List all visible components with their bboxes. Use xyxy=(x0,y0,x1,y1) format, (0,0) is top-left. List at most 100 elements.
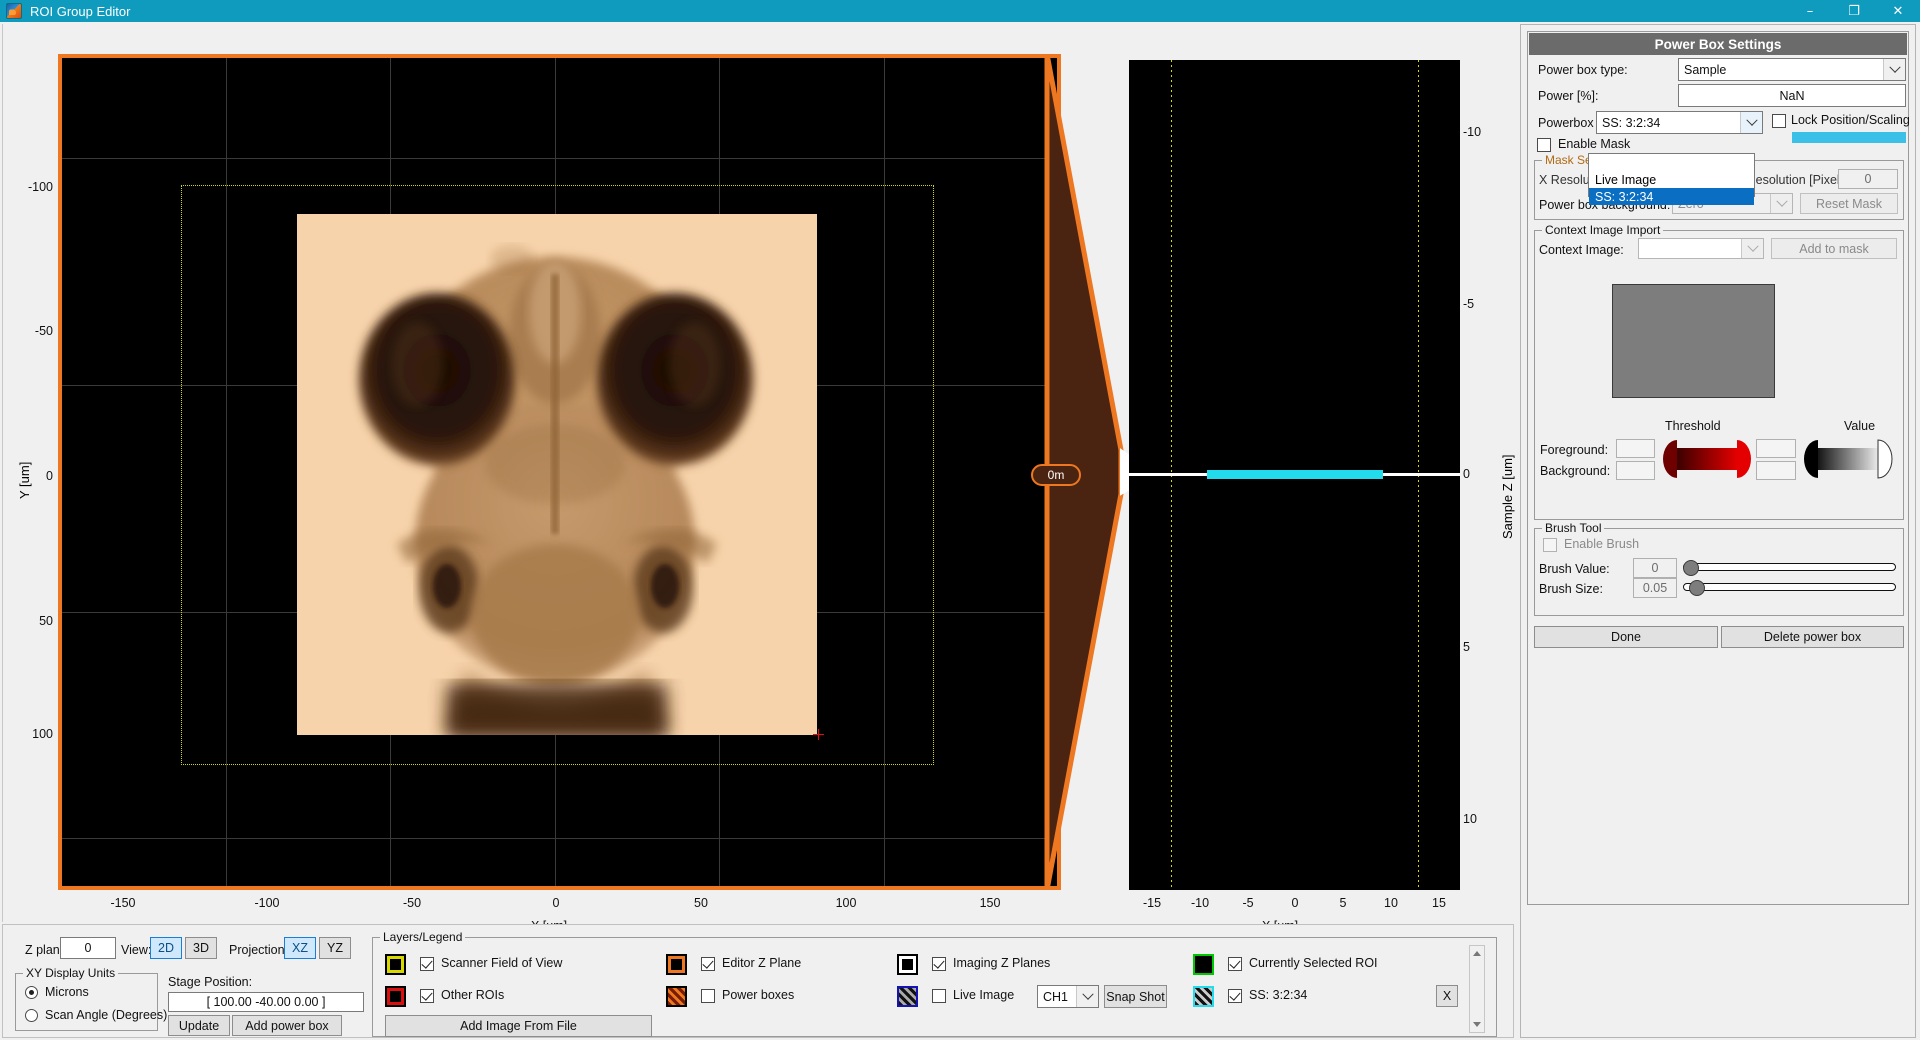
xy-xtick-0: -150 xyxy=(110,896,135,910)
delete-power-box-button[interactable]: Delete power box xyxy=(1721,626,1904,648)
snap-shot-button[interactable]: Snap Shot xyxy=(1104,985,1167,1008)
threshold-high-input[interactable] xyxy=(1756,439,1796,458)
checkbox-lock-position-scaling[interactable] xyxy=(1772,114,1786,128)
checkbox-imaging-z-planes[interactable] xyxy=(932,957,946,971)
power-box-selection[interactable] xyxy=(1207,470,1383,479)
label-lock-position-scaling: Lock Position/Scaling xyxy=(1791,113,1910,127)
xz-ytick-3: 5 xyxy=(1463,640,1493,654)
minimize-button[interactable]: – xyxy=(1788,0,1832,22)
xy-xtick-3: 0 xyxy=(553,896,560,910)
sample-image[interactable] xyxy=(297,214,817,735)
power-box-type-select[interactable]: Sample xyxy=(1678,58,1906,81)
projection-xz-button[interactable]: XZ xyxy=(284,937,316,959)
checkbox-ss-layer[interactable] xyxy=(1228,989,1242,1003)
xz-xtick-1: -10 xyxy=(1191,896,1209,910)
done-button[interactable]: Done xyxy=(1534,626,1718,648)
xz-ytick-1: -5 xyxy=(1463,297,1493,311)
radio-microns-label: Microns xyxy=(45,985,89,999)
value-title: Value xyxy=(1844,419,1875,433)
brush-value-slider[interactable] xyxy=(1683,560,1896,574)
xz-ytick-2: 0 xyxy=(1463,467,1493,481)
label-editor-z-plane: Editor Z Plane xyxy=(722,956,801,970)
title-bar: ROI Group Editor – ❐ ✕ xyxy=(0,0,1920,22)
window-title: ROI Group Editor xyxy=(30,4,1788,19)
add-to-mask-button[interactable]: Add to mask xyxy=(1771,238,1897,259)
xy-display-units-group: XY Display Units Microns Scan Angle (Deg… xyxy=(15,973,158,1031)
add-image-from-file-button[interactable]: Add Image From File xyxy=(385,1015,652,1037)
radio-microns[interactable] xyxy=(25,986,38,999)
z-plane-input[interactable]: 0 xyxy=(60,937,116,959)
brush-size-input[interactable]: 0.05 xyxy=(1633,578,1677,598)
xz-xtick-3: 0 xyxy=(1292,896,1299,910)
xy-xtick-4: 50 xyxy=(694,896,708,910)
xy-xtick-2: -50 xyxy=(403,896,421,910)
swatch-currently-selected-roi xyxy=(1193,954,1214,975)
legend-scrollbar[interactable] xyxy=(1469,945,1485,1033)
xy-ytick-4: 100 xyxy=(13,727,53,741)
y-resolution-input[interactable]: 0 xyxy=(1838,169,1898,189)
stage-position-value: [ 100.00 -40.00 0.00 ] xyxy=(168,992,364,1012)
threshold-range-slider[interactable] xyxy=(1659,436,1754,482)
xy-xtick-6: 150 xyxy=(980,896,1001,910)
mask-preview-image[interactable] xyxy=(1612,284,1775,398)
powerbox-location-option-1[interactable]: Live Image xyxy=(1589,171,1754,188)
checkbox-scanner-fov[interactable] xyxy=(420,957,434,971)
foreground-input[interactable] xyxy=(1616,439,1655,458)
scroll-down-icon[interactable] xyxy=(1470,1017,1484,1032)
xz-ytick-0: -10 xyxy=(1463,125,1493,139)
powerbox-location-option-0[interactable] xyxy=(1589,154,1754,171)
close-button[interactable]: ✕ xyxy=(1876,0,1920,22)
remove-layer-button[interactable]: X xyxy=(1436,985,1458,1007)
brush-value-input[interactable]: 0 xyxy=(1633,558,1677,578)
radio-scan-angle[interactable] xyxy=(25,1009,38,1022)
update-button[interactable]: Update xyxy=(168,1015,230,1036)
window-controls: – ❐ ✕ xyxy=(1788,0,1920,22)
power-box-type-value: Sample xyxy=(1684,63,1726,77)
context-image-import-title: Context Image Import xyxy=(1542,223,1663,237)
checkbox-other-rois[interactable] xyxy=(420,989,434,1003)
background-threshold-label: Background: xyxy=(1540,464,1610,478)
view-3d-button[interactable]: 3D xyxy=(185,937,217,959)
swatch-ss-layer xyxy=(1193,986,1214,1007)
checkbox-currently-selected-roi[interactable] xyxy=(1228,957,1242,971)
brush-tool-group: Brush Tool Enable Brush Brush Value: 0 B… xyxy=(1534,528,1904,616)
powerbox-location-select[interactable]: SS: 3:2:34 xyxy=(1596,111,1763,134)
swatch-editor-z-plane xyxy=(666,954,687,975)
power-percent-input[interactable]: NaN xyxy=(1678,84,1906,107)
projection-yz-button[interactable]: YZ xyxy=(319,937,351,959)
chevron-down-icon xyxy=(1770,194,1792,213)
xy-display-units-title: XY Display Units xyxy=(23,966,118,980)
powerbox-location-dropdown-list[interactable]: Live Image SS: 3:2:34 xyxy=(1588,153,1755,197)
power-percent-label: Power [%]: xyxy=(1538,89,1598,103)
swatch-imaging-z-planes xyxy=(897,954,918,975)
channel-select[interactable]: CH1 xyxy=(1037,985,1099,1008)
zero-depth-tag: 0m xyxy=(1031,464,1081,486)
brush-size-slider[interactable] xyxy=(1683,580,1896,594)
label-scanner-fov: Scanner Field of View xyxy=(441,956,562,970)
maximize-button[interactable]: ❐ xyxy=(1832,0,1876,22)
add-power-box-button[interactable]: Add power box xyxy=(232,1015,342,1036)
powerbox-location-option-2[interactable]: SS: 3:2:34 xyxy=(1589,188,1754,205)
checkbox-editor-z-plane[interactable] xyxy=(701,957,715,971)
checkbox-live-image[interactable] xyxy=(932,989,946,1003)
view-2d-button[interactable]: 2D xyxy=(150,937,182,959)
layers-legend-group: Layers/Legend Scanner Field of View Othe… xyxy=(372,937,1497,1037)
chevron-down-icon xyxy=(1076,986,1098,1007)
background-threshold-input[interactable] xyxy=(1616,461,1655,480)
stage-position-label: Stage Position: xyxy=(168,975,252,989)
main-window-body: 0m -150 -100 -50 0 50 100 150 X [um] -10… xyxy=(0,22,1920,1040)
threshold-low-input[interactable] xyxy=(1756,461,1796,480)
checkbox-enable-mask[interactable] xyxy=(1537,138,1551,152)
chevron-down-icon xyxy=(1883,59,1905,80)
swatch-scanner-fov xyxy=(385,954,406,975)
value-range-slider[interactable] xyxy=(1800,436,1895,482)
context-image-select[interactable] xyxy=(1638,238,1764,259)
label-enable-mask: Enable Mask xyxy=(1558,137,1630,151)
scroll-up-icon[interactable] xyxy=(1470,946,1484,961)
threshold-title: Threshold xyxy=(1665,419,1721,433)
reset-mask-button[interactable]: Reset Mask xyxy=(1800,193,1898,214)
checkbox-enable-brush[interactable] xyxy=(1543,538,1557,552)
plots-container: 0m -150 -100 -50 0 50 100 150 X [um] -10… xyxy=(2,24,1514,922)
xz-plot-canvas[interactable] xyxy=(1129,60,1460,890)
checkbox-power-boxes[interactable] xyxy=(701,989,715,1003)
